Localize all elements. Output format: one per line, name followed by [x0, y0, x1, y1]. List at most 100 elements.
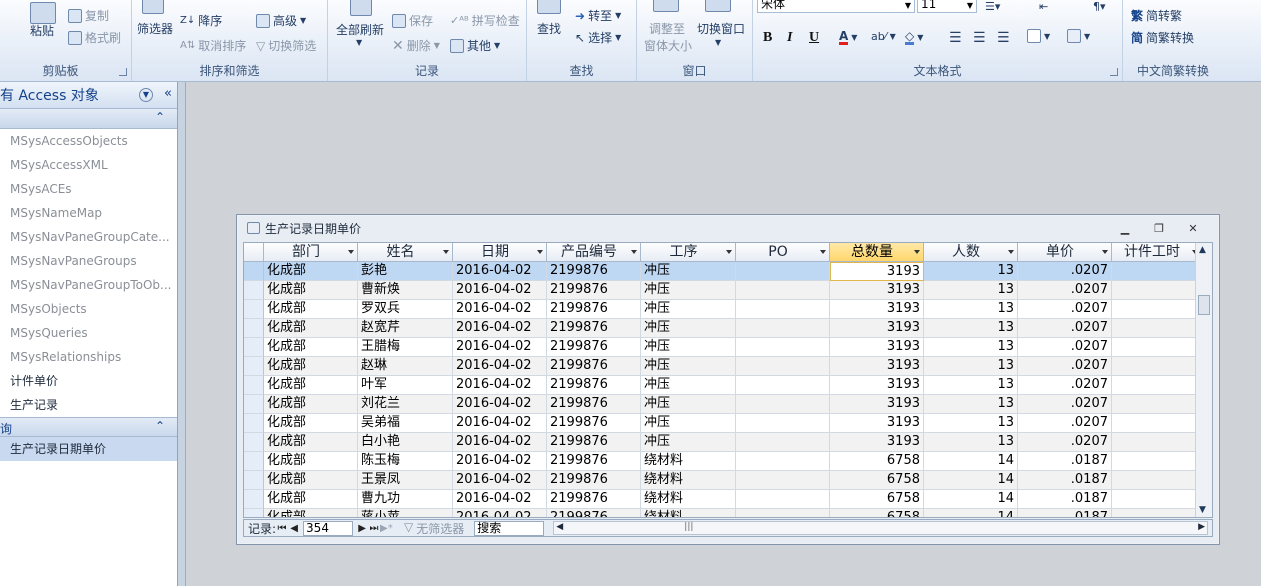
record-selector[interactable] [244, 338, 264, 357]
column-header[interactable]: 人数 [924, 243, 1018, 262]
table-cell[interactable]: .0187 [1018, 509, 1112, 517]
column-header[interactable]: 部门 [264, 243, 358, 262]
table-cell[interactable] [1112, 452, 1202, 471]
next-record-icon[interactable]: ▶ [356, 523, 368, 534]
table-cell[interactable]: 2016-04-02 [453, 414, 547, 433]
table-cell[interactable]: 化成部 [264, 509, 358, 517]
table-cell[interactable]: 2199876 [547, 433, 641, 452]
table-cell[interactable]: 13 [924, 262, 1018, 281]
table-cell[interactable] [736, 414, 830, 433]
table-cell[interactable]: 13 [924, 357, 1018, 376]
nav-item-production-record[interactable]: 生产记录 [0, 393, 177, 417]
table-cell[interactable]: 赵琳 [358, 357, 453, 376]
table-cell[interactable] [736, 300, 830, 319]
remove-sort-button[interactable]: A⇅ 取消排序 [180, 37, 246, 54]
table-cell[interactable]: 罗双兵 [358, 300, 453, 319]
table-cell[interactable]: .0187 [1018, 452, 1112, 471]
italic-button[interactable]: I [787, 30, 792, 46]
table-cell[interactable]: 3193 [830, 376, 924, 395]
table-cell[interactable]: 冲压 [641, 300, 736, 319]
scroll-right-icon[interactable]: ▶ [1198, 522, 1205, 532]
save-record-button[interactable]: 保存 [392, 12, 433, 29]
table-cell[interactable]: 13 [924, 414, 1018, 433]
table-cell[interactable] [1112, 376, 1202, 395]
table-cell[interactable]: 2016-04-02 [453, 300, 547, 319]
fill-color-button[interactable]: ◇ ▼ [905, 30, 923, 45]
table-cell[interactable]: 2199876 [547, 357, 641, 376]
column-header[interactable]: 单价 [1018, 243, 1112, 262]
size-to-fit-button-line2[interactable]: 窗体大小 [644, 37, 692, 54]
align-center-button[interactable]: ☰ [973, 30, 986, 46]
copy-button[interactable]: 复制 [68, 7, 109, 24]
nav-item-msys-navpane-groups[interactable]: MSysNavPaneGroups [0, 249, 177, 273]
table-cell[interactable]: 14 [924, 509, 1018, 517]
table-cell[interactable]: 2016-04-02 [453, 338, 547, 357]
table-cell[interactable]: 化成部 [264, 281, 358, 300]
table-cell[interactable]: 化成部 [264, 262, 358, 281]
direction-button[interactable]: ¶▾ [1093, 0, 1106, 13]
table-cell[interactable]: .0207 [1018, 433, 1112, 452]
table-cell[interactable]: .0207 [1018, 376, 1112, 395]
table-cell[interactable] [736, 376, 830, 395]
table-cell[interactable]: .0187 [1018, 471, 1112, 490]
table-cell[interactable] [1112, 357, 1202, 376]
current-record-field[interactable]: 354 [303, 520, 354, 536]
table-cell[interactable]: 2016-04-02 [453, 395, 547, 414]
simp-trad-convert-button[interactable]: 简简繁转换 [1131, 29, 1194, 46]
table-cell[interactable]: 绕材料 [641, 471, 736, 490]
toggle-filter-button[interactable]: ▽ 切换筛选 [256, 37, 316, 54]
table-cell[interactable] [736, 262, 830, 281]
record-selector[interactable] [244, 414, 264, 433]
nav-item-msys-aces[interactable]: MSysACEs [0, 177, 177, 201]
table-cell[interactable]: 2199876 [547, 262, 641, 281]
last-record-icon[interactable]: ⏭ [368, 523, 380, 534]
table-cell[interactable]: 13 [924, 376, 1018, 395]
section-collapse-icon[interactable]: ⌃ [155, 110, 165, 124]
table-cell[interactable]: 彭艳 [358, 262, 453, 281]
tables-section-header[interactable]: ⌃ [0, 109, 177, 129]
table-cell[interactable] [1112, 509, 1202, 517]
format-painter-button[interactable]: 格式刷 [68, 29, 121, 46]
table-cell[interactable]: 曹九功 [358, 490, 453, 509]
table-cell[interactable]: 3193 [830, 395, 924, 414]
nav-item-msys-access-xml[interactable]: MSysAccessXML [0, 153, 177, 177]
sort-descending-button[interactable]: Z↓ 降序 [180, 12, 222, 29]
table-cell[interactable]: 叶军 [358, 376, 453, 395]
clipboard-launcher[interactable] [119, 68, 127, 76]
table-cell[interactable]: 2016-04-02 [453, 433, 547, 452]
table-cell[interactable]: 14 [924, 452, 1018, 471]
indent-button[interactable]: ⇤ [1039, 0, 1048, 13]
record-selector[interactable] [244, 281, 264, 300]
table-cell[interactable]: 13 [924, 300, 1018, 319]
bullets-button[interactable]: ☰▾ [985, 0, 1000, 13]
table-cell[interactable]: 蒋小苹 [358, 509, 453, 517]
table-cell[interactable]: 绕材料 [641, 490, 736, 509]
table-cell[interactable] [736, 490, 830, 509]
horizontal-scroll-grip[interactable]: ||| [684, 522, 693, 532]
table-cell[interactable] [736, 452, 830, 471]
nav-item-msys-name-map[interactable]: MSysNameMap [0, 201, 177, 225]
spelling-button[interactable]: ✓ᴬᴮ 拼写检查 [450, 12, 520, 29]
table-cell[interactable]: 陈玉梅 [358, 452, 453, 471]
column-dropdown-icon[interactable] [348, 250, 354, 254]
select-all-box[interactable] [244, 243, 264, 262]
table-cell[interactable]: 2199876 [547, 452, 641, 471]
window-title-bar[interactable]: 生产记录日期单价 [237, 215, 1219, 241]
font-size-combo[interactable]: 11 ▼ [917, 0, 977, 13]
table-cell[interactable]: 2199876 [547, 490, 641, 509]
gridlines-button[interactable]: ▼ [1027, 29, 1050, 43]
nav-item-msys-navpane-group-to-ob[interactable]: MSysNavPaneGroupToOb... [0, 273, 177, 297]
table-cell[interactable]: 2016-04-02 [453, 281, 547, 300]
record-selector[interactable] [244, 452, 264, 471]
delete-record-button[interactable]: ✕ 删除 ▼ [392, 37, 440, 54]
table-cell[interactable]: 冲压 [641, 338, 736, 357]
table-cell[interactable]: 王腊梅 [358, 338, 453, 357]
nav-splitter[interactable] [178, 82, 186, 586]
column-dropdown-icon[interactable] [443, 250, 449, 254]
record-selector[interactable] [244, 509, 264, 517]
paste-button[interactable]: 粘贴 [30, 22, 54, 39]
table-cell[interactable]: 冲压 [641, 433, 736, 452]
more-button[interactable]: 其他 ▼ [450, 37, 500, 54]
table-cell[interactable]: 3193 [830, 281, 924, 300]
table-cell[interactable]: 13 [924, 338, 1018, 357]
